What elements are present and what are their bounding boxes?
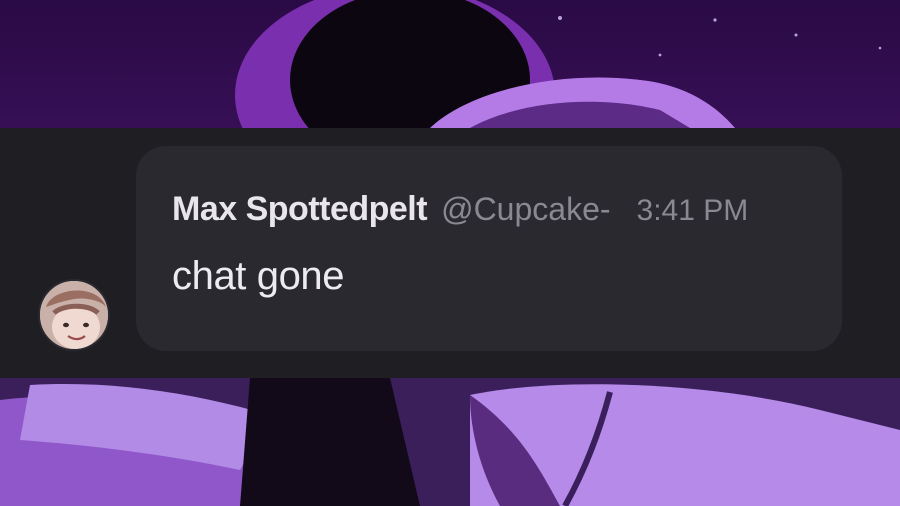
message-timestamp: 3:41 PM [636, 194, 749, 227]
message-header: Max Spottedpelt @Cupcake- 3:41 PM [172, 190, 748, 229]
user-handle[interactable]: @Cupcake- [441, 191, 610, 228]
user-avatar[interactable] [38, 279, 110, 351]
message-text: chat gone [172, 254, 345, 298]
username[interactable]: Max Spottedpelt [172, 190, 428, 229]
message-bubble: Max Spottedpelt @Cupcake- 3:41 PM chat g… [136, 146, 842, 351]
